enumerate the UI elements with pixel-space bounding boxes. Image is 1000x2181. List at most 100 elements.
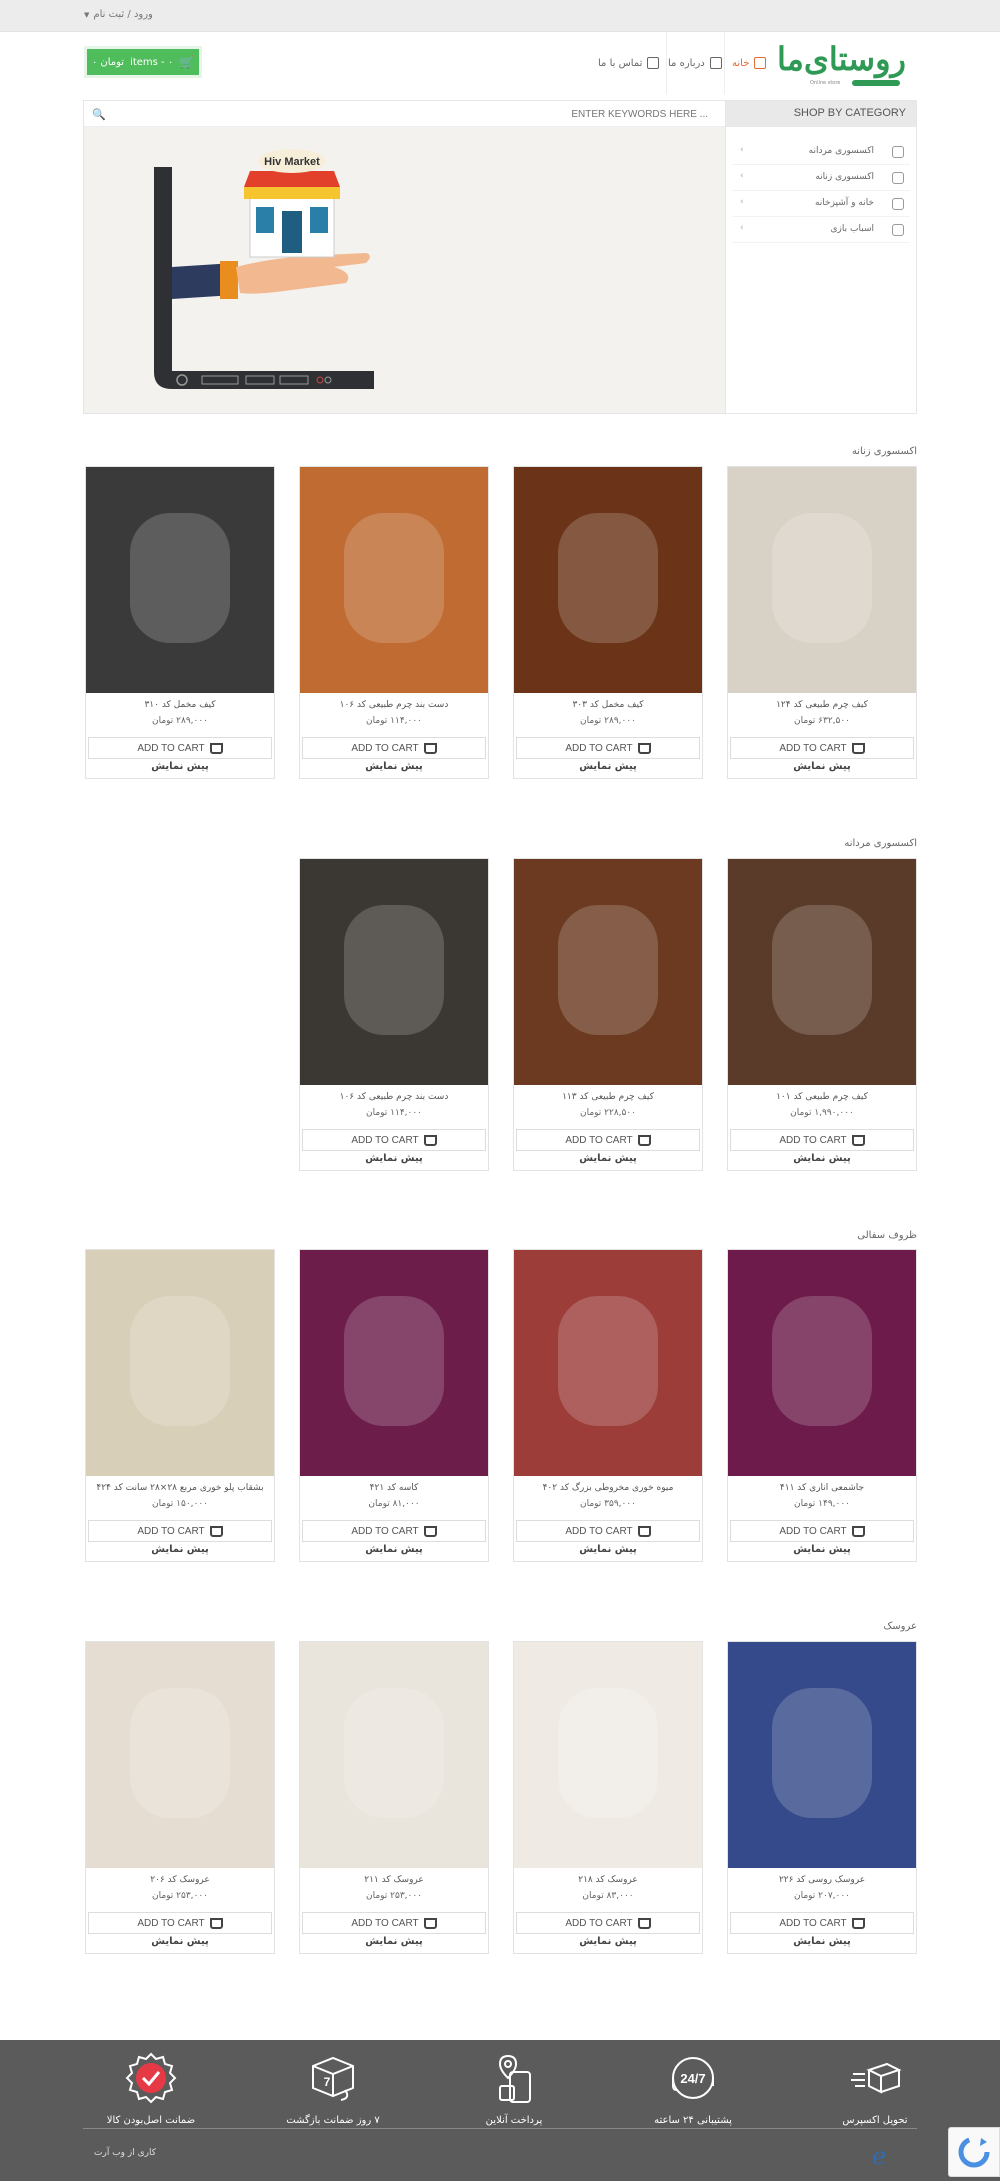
preview-link[interactable]: پیش نمایش: [300, 1544, 488, 1555]
add-to-cart-button[interactable]: ADD TO CART: [730, 1129, 914, 1151]
login-register-link[interactable]: ▼ ورود / ثبت نام: [84, 9, 153, 20]
product-name[interactable]: میوه خوری مخروطی بزرگ کد ۴۰۲: [514, 1483, 702, 1493]
preview-link[interactable]: پیش نمایش: [728, 1153, 916, 1164]
add-to-cart-button[interactable]: ADD TO CART: [730, 737, 914, 759]
add-to-cart-label: ADD TO CART: [779, 1917, 847, 1929]
preview-link[interactable]: پیش نمایش: [300, 1153, 488, 1164]
product-card[interactable]: میوه خوری مخروطی بزرگ کد ۴۰۲ ۳۵۹,۰۰۰ توما…: [513, 1249, 703, 1562]
add-to-cart-button[interactable]: ADD TO CART: [730, 1912, 914, 1934]
add-to-cart-label: ADD TO CART: [137, 1525, 205, 1537]
nav-about[interactable]: درباره ما: [668, 50, 722, 76]
preview-link[interactable]: پیش نمایش: [514, 1936, 702, 1947]
product-card[interactable]: دست بند چرم طبیعی کد ۱۰۶ ۱۱۴,۰۰۰ تومان ADD…: [299, 466, 489, 779]
preview-link[interactable]: پیش نمایش: [86, 1544, 274, 1555]
product-name[interactable]: دست بند چرم طبیعی کد ۱۰۶: [300, 700, 488, 710]
add-to-cart-button[interactable]: ADD TO CART: [88, 1520, 272, 1542]
add-to-cart-label: ADD TO CART: [565, 742, 633, 754]
preview-link[interactable]: پیش نمایش: [728, 1544, 916, 1555]
preview-link[interactable]: پیش نمایش: [514, 1153, 702, 1164]
add-to-cart-button[interactable]: ADD TO CART: [516, 1912, 700, 1934]
preview-link[interactable]: پیش نمایش: [86, 1936, 274, 1947]
add-to-cart-button[interactable]: ADD TO CART: [302, 1129, 486, 1151]
preview-link[interactable]: پیش نمایش: [300, 1936, 488, 1947]
preview-link[interactable]: پیش نمایش: [300, 761, 488, 772]
velvet-bag-image[interactable]: [514, 467, 702, 693]
add-to-cart-button[interactable]: ADD TO CART: [516, 737, 700, 759]
preview-link[interactable]: پیش نمایش: [86, 761, 274, 772]
product-name[interactable]: جاشمعی اناری کد ۴۱۱: [728, 1483, 916, 1493]
leather-bag-image[interactable]: [728, 467, 916, 693]
product-card[interactable]: کیف مخمل کد ۳۰۳ ۲۸۹,۰۰۰ تومان ADD TO CART پ…: [513, 466, 703, 779]
bowl-image[interactable]: [300, 1250, 488, 1476]
webart-logo-icon[interactable]: ℯ: [872, 2142, 886, 2170]
chevron-right-icon: ›: [740, 145, 744, 155]
product-card[interactable]: کاسه کد ۴۲۱ ۸۱,۰۰۰ تومان ADD TO CART پیش نم…: [299, 1249, 489, 1562]
product-name[interactable]: کیف چرم طبیعی کد ۱۱۳: [514, 1092, 702, 1102]
product-card[interactable]: عروسک روسی کد ۲۲۶ ۲۰۷,۰۰۰ تومان ADD TO CAR…: [727, 1641, 917, 1954]
product-card[interactable]: عروسک کد ۲۰۶ ۲۵۳,۰۰۰ تومان ADD TO CART پیش …: [85, 1641, 275, 1954]
square-plate-image[interactable]: [86, 1250, 274, 1476]
product-card[interactable]: دست بند چرم طبیعی کد ۱۰۶ ۱۱۴,۰۰۰ تومان ADD…: [299, 858, 489, 1171]
product-card[interactable]: کیف چرم طبیعی کد ۱۲۴ ۶۳۲,۵۰۰ تومان ADD TO …: [727, 466, 917, 779]
velvet-purse-image[interactable]: [86, 467, 274, 693]
product-card[interactable]: جاشمعی اناری کد ۴۱۱ ۱۴۹,۰۰۰ تومان ADD TO C…: [727, 1249, 917, 1562]
product-card[interactable]: عروسک کد ۲۱۸ ۸۳,۰۰۰ تومان ADD TO CART پیش ن…: [513, 1641, 703, 1954]
russian-doll-image[interactable]: [728, 1642, 916, 1868]
recaptcha-badge[interactable]: [948, 2127, 1000, 2177]
product-name[interactable]: عروسک کد ۲۰۶: [86, 1875, 274, 1885]
product-name[interactable]: کیف چرم طبیعی کد ۱۰۱: [728, 1092, 916, 1102]
add-to-cart-button[interactable]: ADD TO CART: [88, 1912, 272, 1934]
product-price: ۳۵۹,۰۰۰ تومان: [579, 1499, 637, 1509]
doll-image[interactable]: [86, 1642, 274, 1868]
shopping-cart-icon: [637, 1525, 651, 1537]
product-name[interactable]: دست بند چرم طبیعی کد ۱۰۶: [300, 1092, 488, 1102]
leather-clutch-image[interactable]: [728, 859, 916, 1085]
category-label: اکسسوری مردانه: [808, 146, 874, 156]
preview-link[interactable]: پیش نمایش: [514, 761, 702, 772]
product-name[interactable]: عروسک روسی کد ۲۲۶: [728, 1875, 916, 1885]
product-card[interactable]: کیف مخمل کد ۳۱۰ ۲۸۹,۰۰۰ تومان ADD TO CART پ…: [85, 466, 275, 779]
product-name[interactable]: عروسک کد ۲۱۸: [514, 1875, 702, 1885]
preview-link[interactable]: پیش نمایش: [514, 1544, 702, 1555]
add-to-cart-button[interactable]: ADD TO CART: [302, 1520, 486, 1542]
leather-wallet-image[interactable]: [514, 859, 702, 1085]
nav-home[interactable]: خانه: [732, 50, 767, 76]
shopping-cart-icon: [209, 1525, 223, 1537]
fruit-bowl-image[interactable]: [514, 1250, 702, 1476]
feature-express-delivery: تحویل اکسپرس: [800, 2050, 950, 2140]
pomegranate-candle-holder-image[interactable]: [728, 1250, 916, 1476]
add-to-cart-button[interactable]: ADD TO CART: [516, 1520, 700, 1542]
product-name[interactable]: کاسه کد ۴۲۱: [300, 1483, 488, 1493]
product-card[interactable]: عروسک کد ۲۱۱ ۲۵۳,۰۰۰ تومان ADD TO CART پیش …: [299, 1641, 489, 1954]
category-item-toys[interactable]: اسباب بازی ›: [732, 217, 910, 243]
product-name[interactable]: کیف چرم طبیعی کد ۱۲۴: [728, 700, 916, 710]
doll-image[interactable]: [514, 1642, 702, 1868]
product-name[interactable]: کیف مخمل کد ۳۰۳: [514, 700, 702, 710]
product-name[interactable]: عروسک کد ۲۱۱: [300, 1875, 488, 1885]
cart-button[interactable]: ۰ تومان items - ۰ 🛒: [84, 46, 202, 78]
add-to-cart-button[interactable]: ADD TO CART: [302, 1912, 486, 1934]
add-to-cart-button[interactable]: ADD TO CART: [730, 1520, 914, 1542]
preview-link[interactable]: پیش نمایش: [728, 1936, 916, 1947]
doll-image[interactable]: [300, 1642, 488, 1868]
add-to-cart-button[interactable]: ADD TO CART: [516, 1129, 700, 1151]
add-to-cart-button[interactable]: ADD TO CART: [302, 737, 486, 759]
site-logo[interactable]: روستای‌ما Online store: [777, 40, 910, 90]
search-button[interactable]: 🔍: [84, 101, 114, 127]
leather-bracelet-image[interactable]: [300, 467, 488, 693]
category-item-womens-accessories[interactable]: اکسسوری زنانه ›: [732, 165, 910, 191]
search-input[interactable]: [114, 104, 714, 124]
category-item-mens-accessories[interactable]: اکسسوری مردانه ›: [732, 139, 910, 165]
footer-copyright[interactable]: کاری از وب آرت: [94, 2148, 156, 2158]
product-card[interactable]: کیف چرم طبیعی کد ۱۱۳ ۲۲۸,۵۰۰ تومان ADD TO …: [513, 858, 703, 1171]
product-name[interactable]: بشقاب پلو خوری مربع ۲۸×۲۸ سانت کد ۴۲۴: [86, 1483, 274, 1493]
category-item-home-kitchen[interactable]: خانه و آشپزخانه ›: [732, 191, 910, 217]
leather-bracelet-image[interactable]: [300, 859, 488, 1085]
add-to-cart-button[interactable]: ADD TO CART: [88, 737, 272, 759]
product-card[interactable]: بشقاب پلو خوری مربع ۲۸×۲۸ سانت کد ۴۲۴ ۱۵۰…: [85, 1249, 275, 1562]
product-card[interactable]: کیف چرم طبیعی کد ۱۰۱ ۱,۹۹۰,۰۰۰ تومان ADD T…: [727, 858, 917, 1171]
product-name[interactable]: کیف مخمل کد ۳۱۰: [86, 700, 274, 710]
preview-link[interactable]: پیش نمایش: [728, 761, 916, 772]
section-title: اکسسوری زنانه: [851, 446, 917, 457]
nav-contact[interactable]: تماس با ما: [598, 50, 660, 76]
